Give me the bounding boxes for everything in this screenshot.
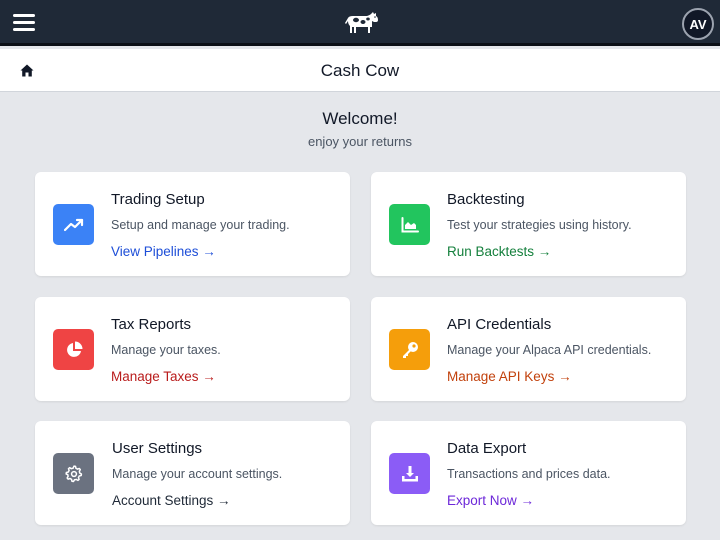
- pie-chart-icon: [66, 341, 82, 357]
- download-icon: [401, 465, 418, 481]
- key-icon: [402, 341, 418, 358]
- card-description: Manage your taxes.: [111, 343, 221, 357]
- welcome-title: Welcome!: [322, 109, 398, 128]
- card-data-export[interactable]: Data Export Transactions and prices data…: [371, 421, 686, 525]
- area-chart-icon: [401, 216, 419, 232]
- card-description: Test your strategies using history.: [447, 218, 632, 232]
- welcome-subtitle: enjoy your returns: [307, 134, 413, 149]
- card-user-settings[interactable]: User Settings Manage your account settin…: [35, 421, 350, 525]
- card-api-credentials[interactable]: API Credentials Manage your Alpaca API c…: [371, 297, 686, 401]
- gear-icon: [64, 464, 82, 482]
- avatar-initials: AV: [689, 16, 707, 32]
- card-title: User Settings: [112, 440, 203, 457]
- manage-api-keys-link[interactable]: Manage API Keys →: [447, 369, 572, 384]
- card-tax-reports[interactable]: Tax Reports Manage your taxes. Manage Ta…: [35, 297, 350, 401]
- card-description: Setup and manage your trading.: [111, 218, 290, 232]
- card-title: Backtesting: [447, 191, 525, 208]
- card-description: Manage your account settings.: [112, 467, 283, 481]
- page-title: Cash Cow: [320, 61, 400, 80]
- trending-up-icon: [63, 218, 83, 231]
- card-title: Data Export: [447, 440, 527, 457]
- card-icon-box: [389, 329, 430, 370]
- account-settings-link[interactable]: Account Settings →: [112, 493, 231, 508]
- card-icon-box: [389, 204, 430, 245]
- run-backtests-link[interactable]: Run Backtests →: [447, 244, 551, 259]
- hamburger-menu-icon[interactable]: [13, 13, 35, 33]
- card-title: Trading Setup: [111, 191, 205, 208]
- card-backtesting[interactable]: Backtesting Test your strategies using h…: [371, 172, 686, 276]
- card-description: Transactions and prices data.: [447, 467, 611, 481]
- card-icon-box: [53, 329, 94, 370]
- card-trading-setup[interactable]: Trading Setup Setup and manage your trad…: [35, 172, 350, 276]
- card-icon-box: [53, 453, 94, 494]
- view-pipelines-link[interactable]: View Pipelines →: [111, 244, 216, 259]
- card-icon-box: [389, 453, 430, 494]
- card-description: Manage your Alpaca API credentials.: [447, 343, 652, 357]
- cow-logo-icon[interactable]: [345, 11, 379, 35]
- card-title: Tax Reports: [111, 316, 192, 333]
- top-navbar: AV: [0, 0, 720, 46]
- card-icon-box: [53, 204, 94, 245]
- manage-taxes-link[interactable]: Manage Taxes →: [111, 369, 216, 384]
- export-now-link[interactable]: Export Now →: [447, 493, 534, 508]
- user-avatar-button[interactable]: AV: [682, 8, 714, 40]
- card-title: API Credentials: [447, 316, 552, 333]
- page-header: Cash Cow: [0, 49, 720, 92]
